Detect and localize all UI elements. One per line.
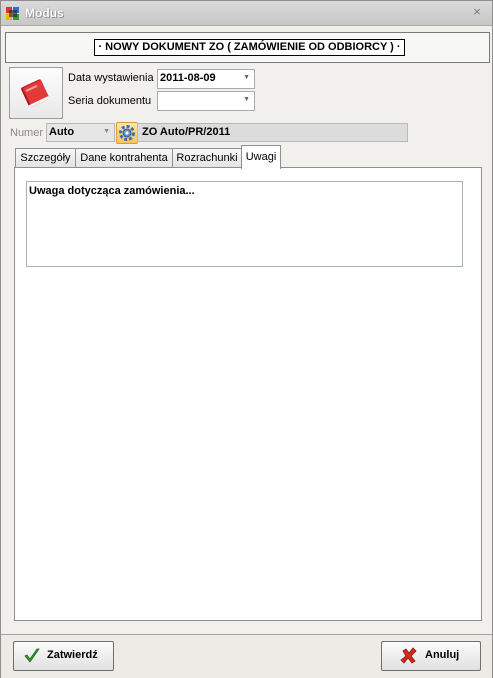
dialog-window: Modus × · NOWY DOKUMENT ZO ( ZAMÓWIENIE … (0, 0, 493, 678)
checkmark-icon (24, 648, 40, 663)
window-title: Modus (25, 6, 64, 20)
cancel-label: Anuluj (425, 649, 460, 661)
confirm-button[interactable]: Zatwierdź (13, 641, 114, 671)
generate-number-button[interactable] (116, 122, 138, 144)
issue-date-label: Data wystawienia (68, 72, 154, 84)
series-label: Seria dokumentu (68, 95, 152, 107)
tab-szczegoly[interactable]: Szczegóły (15, 148, 76, 168)
number-mode-select[interactable]: Auto ▼ (46, 123, 115, 142)
tab-uwagi[interactable]: Uwagi (241, 145, 281, 169)
issue-date-picker[interactable]: 2011-08-09 ▼ (157, 69, 255, 89)
chevron-down-icon[interactable]: ▼ (243, 74, 250, 81)
number-mode-value: Auto (49, 126, 75, 138)
chevron-down-icon[interactable]: ▼ (243, 96, 250, 103)
red-book-icon (21, 79, 50, 109)
confirm-label: Zatwierdź (47, 649, 98, 661)
chevron-down-icon[interactable]: ▼ (103, 128, 110, 135)
footer-bar: Zatwierdź Anuluj (1, 634, 492, 678)
tab-rozrachunki[interactable]: Rozrachunki (172, 148, 242, 168)
number-label: Numer (10, 127, 44, 139)
red-x-icon (400, 647, 417, 664)
title-bar[interactable]: Modus × (1, 1, 492, 26)
document-icon-box (9, 67, 63, 119)
document-title: · NOWY DOKUMENT ZO ( ZAMÓWIENIE OD ODBIO… (94, 39, 405, 56)
document-number-field: ZO Auto/PR/2011 (137, 123, 408, 142)
series-select[interactable]: ▼ (157, 91, 255, 111)
cancel-button[interactable]: Anuluj (381, 641, 481, 671)
close-icon: × (473, 4, 481, 19)
issue-date-value: 2011-08-09 (160, 72, 216, 84)
tab-panel-uwagi: Uwaga dotycząca zamówienia... (14, 167, 482, 621)
document-number-value: ZO Auto/PR/2011 (142, 126, 231, 138)
close-button[interactable]: × (470, 5, 484, 19)
tab-dane-kontrahenta[interactable]: Dane kontrahenta (75, 148, 173, 168)
modus-app-icon (6, 7, 19, 20)
notes-textarea[interactable]: Uwaga dotycząca zamówienia... (26, 181, 463, 267)
header-panel: · NOWY DOKUMENT ZO ( ZAMÓWIENIE OD ODBIO… (5, 32, 490, 63)
gear-icon (119, 125, 135, 141)
